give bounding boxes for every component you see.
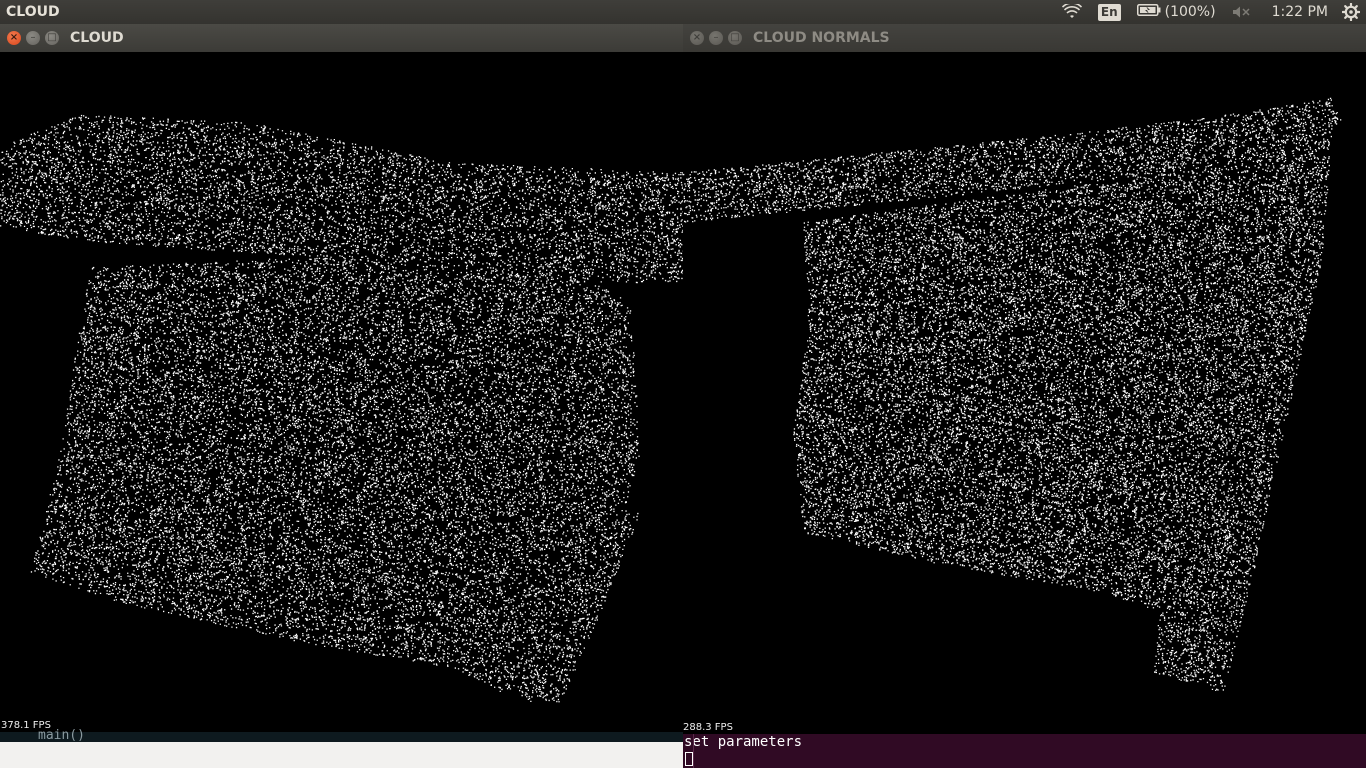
cloud-normals-window-titlebar[interactable]: × – □ CLOUD NORMALS xyxy=(683,24,1366,52)
code-line: main() xyxy=(38,728,85,743)
cloud-window: × – □ CLOUD 378.1 FPS xyxy=(0,24,683,768)
volume-muted-icon[interactable] xyxy=(1224,0,1260,24)
point-cloud-points xyxy=(683,97,1342,691)
battery-indicator[interactable]: (100%) xyxy=(1129,0,1224,24)
language-badge: En xyxy=(1097,3,1121,21)
active-app-title: CLOUD xyxy=(6,4,60,20)
point-cloud-viewport[interactable]: 378.1 FPS xyxy=(0,52,683,768)
keyboard-language-indicator[interactable]: En xyxy=(1090,0,1129,24)
cloud-window-title: CLOUD xyxy=(70,30,124,46)
terminal-window[interactable]: set parameters xyxy=(683,734,1366,768)
cloud-normals-window-title: CLOUD NORMALS xyxy=(753,30,890,46)
battery-percentage: (100%) xyxy=(1164,4,1216,20)
close-icon[interactable]: × xyxy=(690,31,704,45)
settings-gear-icon[interactable] xyxy=(1340,0,1366,24)
minimize-icon[interactable]: – xyxy=(26,31,40,45)
maximize-icon[interactable]: □ xyxy=(45,31,59,45)
cloud-window-titlebar[interactable]: × – □ CLOUD xyxy=(0,24,683,52)
point-cloud-points xyxy=(0,114,683,703)
clock[interactable]: 1:22 PM xyxy=(1260,0,1340,24)
indicator-area: En (100%) 1:22 PM xyxy=(1054,0,1366,24)
close-icon[interactable]: × xyxy=(7,31,21,45)
battery-icon xyxy=(1136,4,1161,20)
top-panel: CLOUD En (100%) 1:22 PM xyxy=(0,0,1366,24)
terminal-output-line: set parameters xyxy=(684,734,803,750)
minimize-icon[interactable]: – xyxy=(709,31,723,45)
point-cloud-normals-render xyxy=(683,97,1342,691)
wifi-icon[interactable] xyxy=(1054,0,1090,24)
cloud-normals-window: × – □ CLOUD NORMALS 288.3 FPS xyxy=(683,24,1366,768)
terminal-cursor xyxy=(685,752,693,766)
point-cloud-render xyxy=(0,114,683,703)
editor-terminal-strip: main() xyxy=(0,728,683,768)
terminal-margin xyxy=(693,734,694,768)
maximize-icon[interactable]: □ xyxy=(728,31,742,45)
editor-status-bar xyxy=(0,742,683,768)
point-cloud-normals-viewport[interactable]: 288.3 FPS xyxy=(683,52,1366,768)
fps-counter: 288.3 FPS xyxy=(683,722,733,733)
